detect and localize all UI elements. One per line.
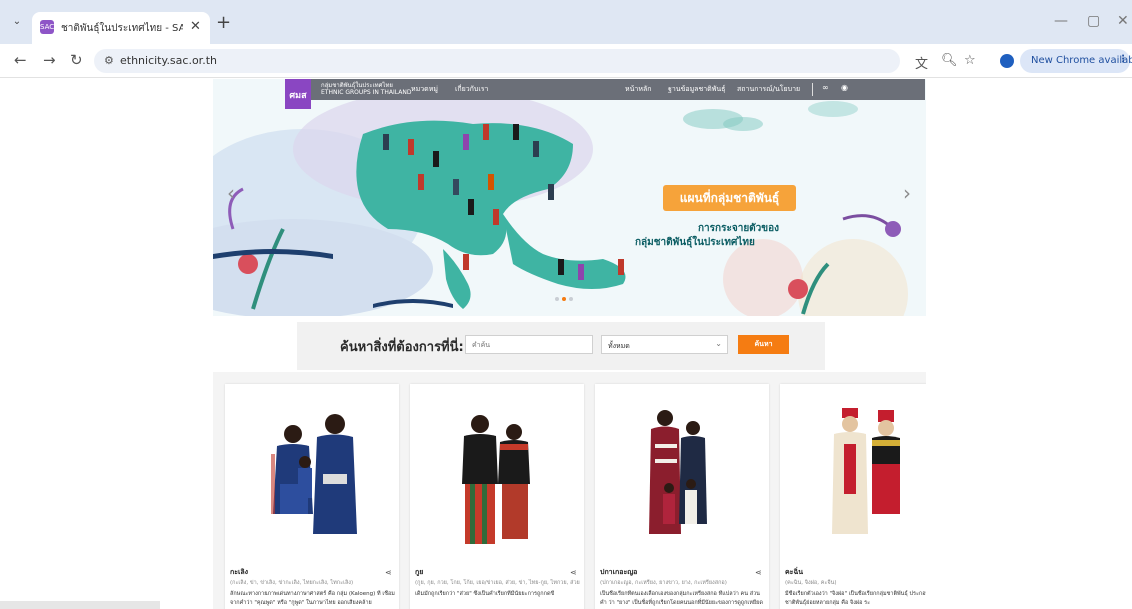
link-status-bar	[0, 601, 160, 609]
address-bar[interactable]: ⚙ ethnicity.sac.or.th	[94, 49, 900, 73]
translate-icon[interactable]: 文	[915, 53, 928, 72]
tab-strip: ⌄ SAC ชาติพันธุ์ในประเทศไทย - SAC ETHN ✕…	[0, 0, 1132, 44]
carousel-next-icon[interactable]: ›	[903, 181, 911, 205]
nav-link-categories[interactable]: หมวดหมู่	[411, 84, 438, 95]
card-description: ลักษณะทางกายภาพเด่นทางภาษาศาสตร์ คือ กลุ…	[230, 591, 395, 606]
card-description: เดิมมักถูกเรียกว่า "ส่วย" ซึ่งเป็นคำเรีย…	[415, 591, 555, 597]
nav-divider	[812, 83, 813, 96]
share-icon[interactable]: ⋖	[755, 568, 762, 577]
nav-link-about[interactable]: เกี่ยวกับเรา	[455, 84, 488, 95]
url-text[interactable]: ethnicity.sac.or.th	[120, 54, 217, 67]
tab-close-icon[interactable]: ✕	[190, 19, 201, 34]
card-aliases: (ปกาเกอะญอ, กะเหรี่ยง, ยางขาว, ยาง, กะเห…	[600, 580, 727, 586]
search-panel: ค้นหาสิ่งที่ต้องการที่นี่: ทั้งหมด ⌄ ค้น…	[297, 322, 825, 370]
forward-icon[interactable]: →	[43, 51, 56, 69]
category-select-value: ทั้งหมด	[608, 342, 630, 350]
nav-link-situation-policy[interactable]: สถานการณ์/นโยบาย	[737, 84, 800, 95]
ethnic-group-photo	[271, 414, 357, 534]
carousel-dot-3[interactable]	[569, 297, 573, 301]
site-logo[interactable]: ศมส	[285, 79, 311, 109]
hero-title: แผนที่กลุ่มชาติพันธุ์	[663, 185, 796, 211]
bookmark-star-icon[interactable]: ☆	[964, 53, 976, 68]
org-name[interactable]: กลุ่มชาติพันธุ์ในประเทศไทย ETHNIC GROUPS…	[321, 82, 412, 96]
active-tab[interactable]: SAC ชาติพันธุ์ในประเทศไทย - SAC ETHN ✕	[32, 12, 210, 44]
ethnic-map-illustration	[213, 89, 908, 316]
hero-subtitle-line2: กลุ่มชาติพันธุ์ในประเทศไทย	[635, 237, 755, 248]
tab-title: ชาติพันธุ์ในประเทศไทย - SAC ETHN	[61, 23, 183, 34]
ethnic-card[interactable]: กูย ⋖ (กูย, กุย, กวย, โกย, โก้ย, เยอ/ข่า…	[410, 384, 584, 609]
search-label: ค้นหาสิ่งที่ต้องการที่นี่:	[340, 340, 464, 355]
zoom-icon[interactable]: 🔍︎	[941, 53, 958, 68]
share-icon[interactable]: ⋖	[570, 568, 577, 577]
share-icon[interactable]: ⋖	[385, 568, 392, 577]
ethnic-group-photo	[649, 410, 707, 534]
back-icon[interactable]: ←	[14, 51, 27, 69]
reload-icon[interactable]: ↻	[70, 51, 83, 69]
org-name-th: กลุ่มชาติพันธุ์ในประเทศไทย	[321, 82, 393, 89]
hero-subtitle-line1: การกระจายตัวของ	[698, 223, 780, 234]
new-tab-button[interactable]: +	[216, 12, 231, 33]
nav-link-home[interactable]: หน้าหลัก	[625, 84, 651, 95]
ethnic-card[interactable]: กะเลิง ⋖ (กะเลิง, ข่า, ข่าเลิง, ข่ากะเลิ…	[225, 384, 399, 609]
card-title[interactable]: ปกาเกอะญอ	[600, 567, 637, 578]
card-title[interactable]: กะเลิง	[230, 567, 248, 578]
ethnic-cards-carousel: กะเลิง ⋖ (กะเลิง, ข่า, ข่าเลิง, ข่ากะเลิ…	[213, 372, 926, 609]
site-navbar: ศมส กลุ่มชาติพันธุ์ในประเทศไทย ETHNIC GR…	[285, 79, 925, 109]
search-input[interactable]	[465, 335, 593, 354]
ethnic-card[interactable]: คะฉิ่น (คะฉิ่น, จิงผ่อ, คะจีน) มีชื่อเรี…	[780, 384, 926, 609]
browser-toolbar: ← → ↻ ⚙ ethnicity.sac.or.th 文 🔍︎ ☆ New C…	[0, 44, 1132, 78]
search-button[interactable]: ค้นหา	[738, 335, 789, 354]
chevron-down-icon: ⌄	[715, 339, 722, 348]
hero-carousel: ‹ › แผนที่กลุ่มชาติพันธุ์ การกระจายตัวขอ…	[213, 79, 926, 316]
ethnic-group-photo	[832, 408, 900, 534]
ethnic-card[interactable]: ปกาเกอะญอ ⋖ (ปกาเกอะญอ, กะเหรี่ยง, ยางขา…	[595, 384, 769, 609]
card-title[interactable]: กูย	[415, 567, 423, 578]
ethnic-group-photo	[462, 415, 530, 544]
new-chrome-available-button[interactable]: New Chrome available ⋮	[1020, 49, 1132, 73]
org-name-en: ETHNIC GROUPS IN THAILAND	[321, 89, 412, 96]
page-viewport: ‹ › แผนที่กลุ่มชาติพันธุ์ การกระจายตัวขอ…	[0, 79, 1132, 609]
close-window-icon[interactable]: ✕	[1117, 13, 1129, 29]
card-aliases: (คะฉิ่น, จิงผ่อ, คะจีน)	[785, 580, 837, 586]
update-label: New Chrome available	[1031, 55, 1132, 66]
card-title[interactable]: คะฉิ่น	[785, 567, 803, 578]
link-icon[interactable]: ∞	[822, 83, 829, 92]
menu-icon[interactable]: ⋮	[1118, 54, 1128, 65]
profile-avatar-icon[interactable]	[1000, 54, 1014, 68]
card-aliases: (กูย, กุย, กวย, โกย, โก้ย, เยอ/ข่าเยอ, ส…	[415, 580, 580, 586]
card-aliases: (กะเลิง, ข่า, ข่าเลิง, ข่ากะเลิง, ไทยกะเ…	[230, 580, 354, 586]
site-info-icon[interactable]: ⚙	[104, 54, 114, 67]
card-description: เป็นชื่อเรียกที่ตนเองเลือกเองของกลุ่มกะเ…	[600, 591, 763, 606]
restore-icon[interactable]: ▢	[1087, 13, 1100, 29]
carousel-prev-icon[interactable]: ‹	[227, 181, 235, 205]
category-select[interactable]: ทั้งหมด ⌄	[601, 335, 728, 354]
site-favicon-icon: SAC	[40, 20, 54, 34]
minimize-icon[interactable]: —	[1054, 13, 1068, 29]
carousel-dot-1[interactable]	[555, 297, 559, 301]
user-icon[interactable]: ◉	[841, 83, 848, 92]
carousel-dot-2[interactable]	[562, 297, 566, 301]
card-description: มีชื่อเรียกตัวเองว่า "จิงผ่อ" เป็นชื่อเร…	[785, 591, 926, 606]
nav-link-ethnic-database[interactable]: ฐานข้อมูลชาติพันธุ์	[668, 84, 725, 95]
tab-search-button[interactable]: ⌄	[9, 16, 25, 32]
